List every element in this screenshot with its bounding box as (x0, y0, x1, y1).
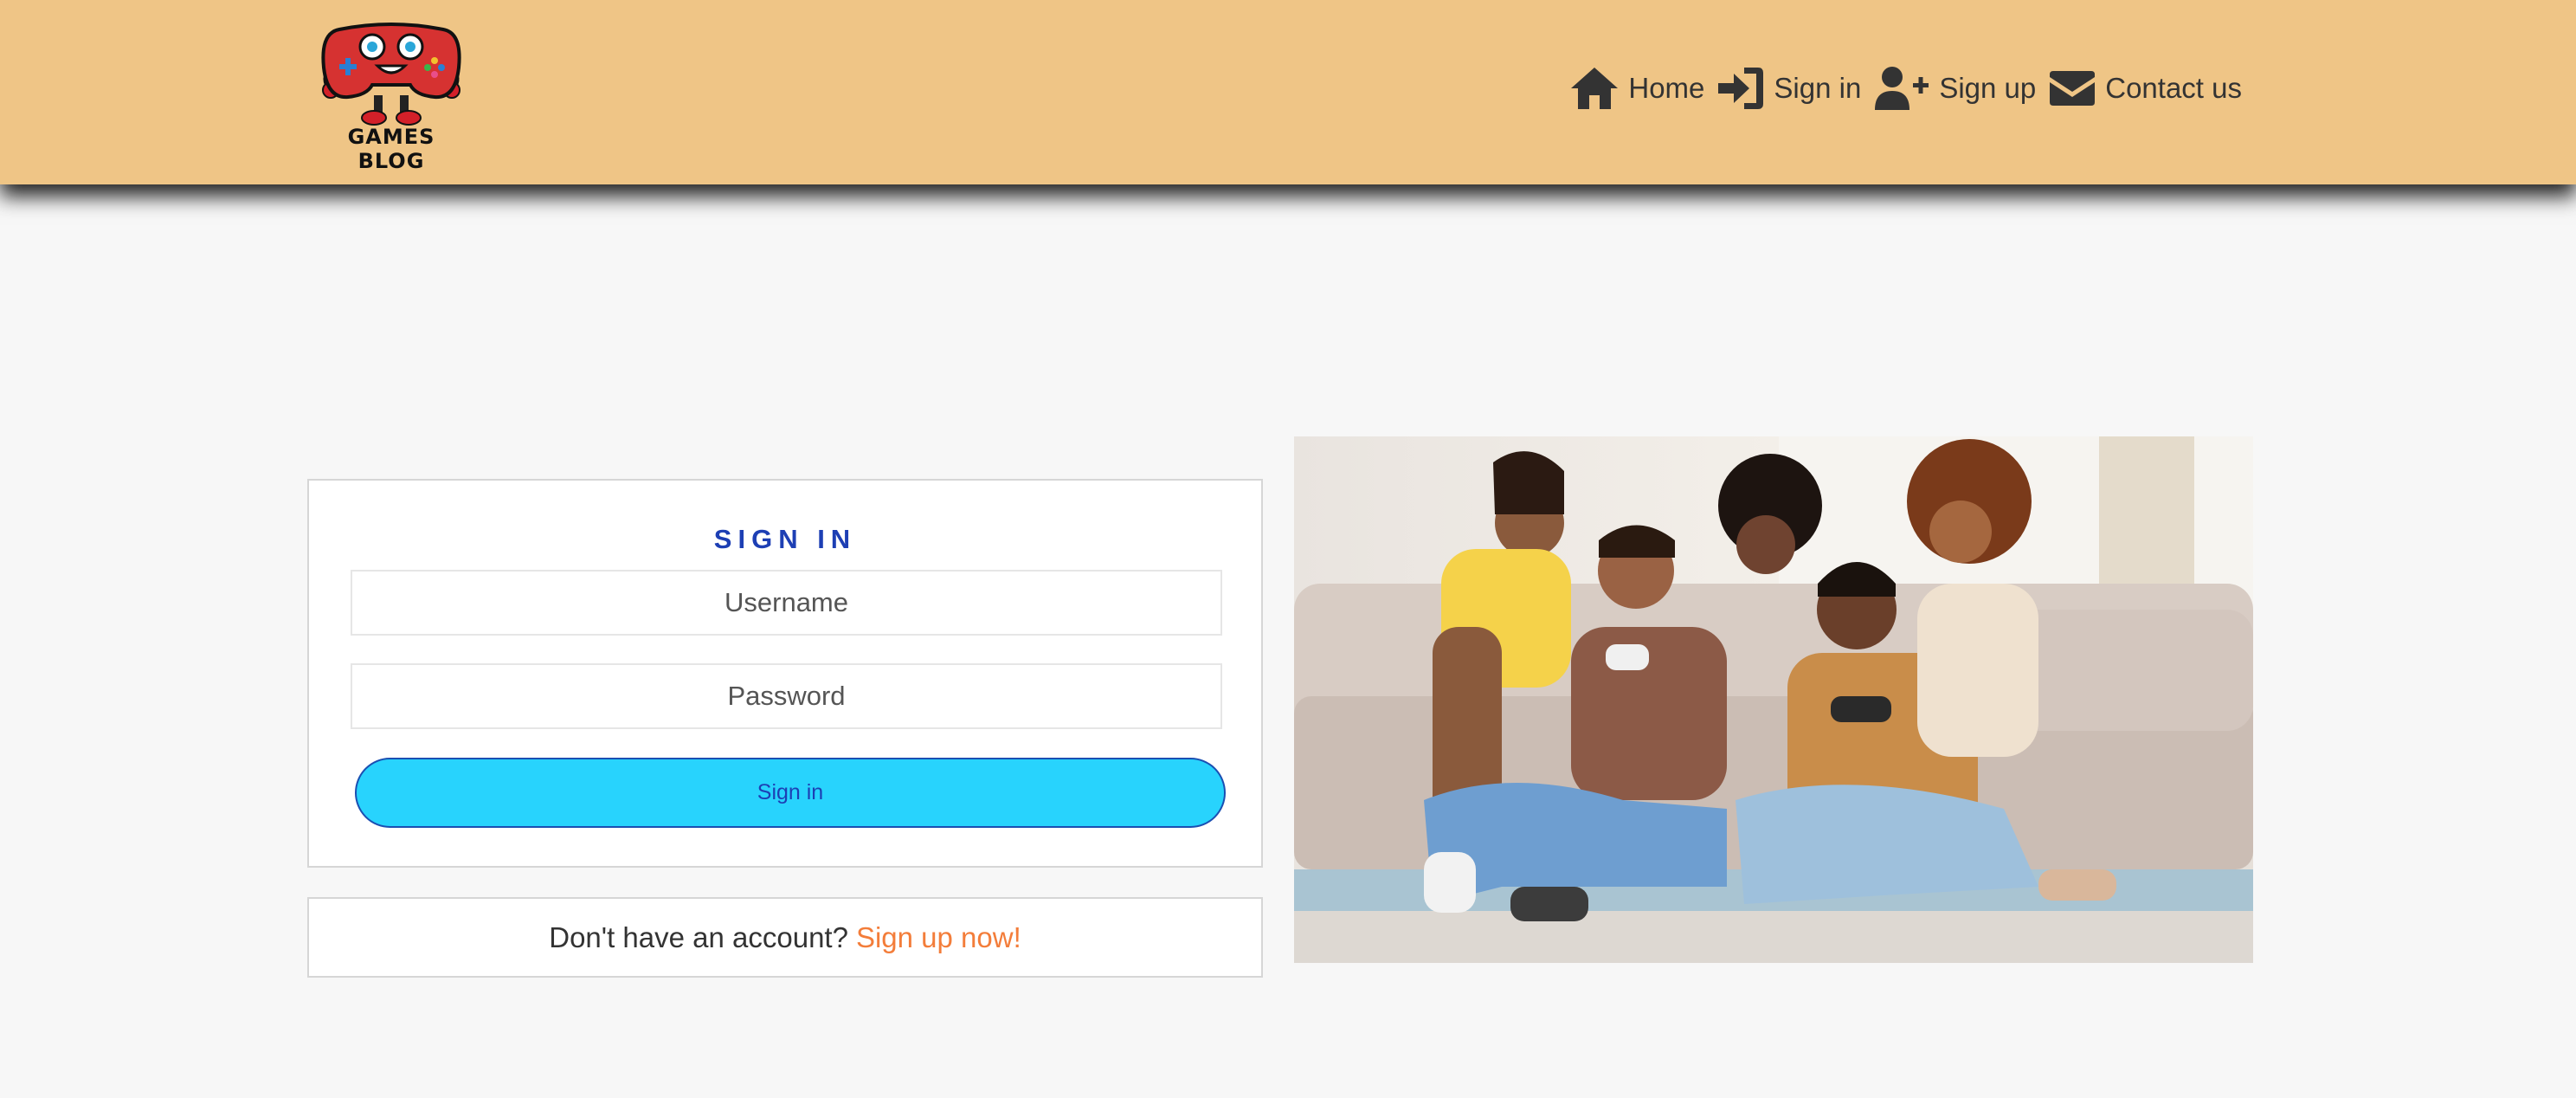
nav-contact-us[interactable]: Contact us (2048, 69, 2242, 107)
friends-gaming-photo (1294, 436, 2253, 963)
sign-up-prompt-card: Don't have an account? Sign up now! (307, 897, 1263, 978)
username-input[interactable] (351, 570, 1222, 636)
nav-sign-up[interactable]: Sign up (1873, 65, 2036, 112)
nav-home-label: Home (1628, 72, 1705, 104)
nav-sign-in-label: Sign in (1774, 72, 1862, 104)
sign-up-now-link[interactable]: Sign up now! (856, 921, 1021, 954)
sign-up-prompt-text: Don't have an account? (549, 920, 848, 953)
nav-home[interactable]: Home (1569, 66, 1704, 111)
nav-sign-up-label: Sign up (1939, 72, 2037, 104)
sign-in-button[interactable]: Sign in (355, 758, 1226, 828)
logo-text: GAMES BLOG (347, 125, 435, 173)
nav-sign-in[interactable]: Sign in (1716, 66, 1861, 111)
games-blog-logo[interactable]: GAMES BLOG (313, 16, 469, 173)
nav-contact-us-label: Contact us (2105, 72, 2242, 104)
friends-gaming-image (1294, 436, 2253, 963)
sign-in-title: SIGN IN (713, 524, 857, 554)
user-plus-icon (1873, 65, 1930, 112)
password-input[interactable] (351, 663, 1222, 729)
main-nav: Home Sign in Sign up Contact us (1557, 62, 2242, 114)
sign-in-card: SIGN IN Sign in (307, 479, 1263, 868)
site-header: GAMES BLOG Home Sign in Sign up Contact … (0, 0, 2576, 184)
gamepad-mascot-icon (321, 23, 461, 126)
home-icon (1569, 66, 1620, 111)
envelope-icon (2048, 69, 2096, 107)
sign-in-icon (1716, 66, 1765, 111)
